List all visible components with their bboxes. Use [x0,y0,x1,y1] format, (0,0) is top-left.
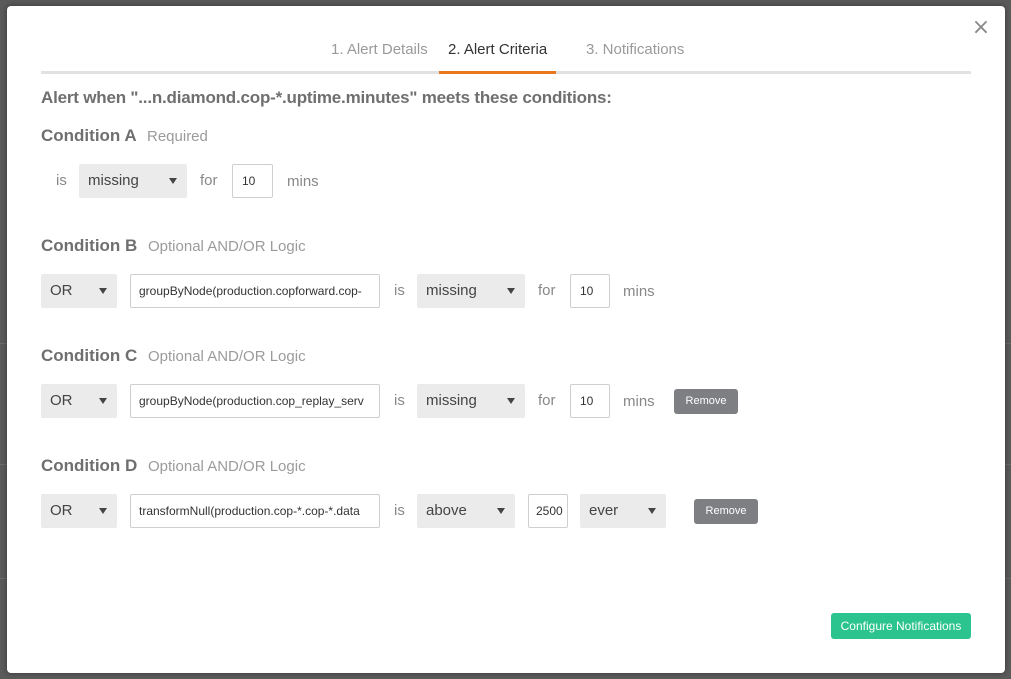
condition-c-title: Condition C [41,346,138,365]
caret-down-icon [648,508,656,514]
tab-notifications[interactable]: 3. Notifications [577,40,693,71]
select-value: missing [426,282,477,299]
condition-d-is-label: is [394,502,405,519]
condition-b-title: Condition B [41,236,138,255]
condition-a-duration-input[interactable]: 10 [232,164,273,198]
caret-down-icon [99,398,107,404]
condition-c-unit-label: mins [623,393,655,410]
condition-b-subtitle: Optional AND/OR Logic [148,238,306,255]
condition-b-is-label: is [394,282,405,299]
condition-d-logic-select[interactable]: OR [41,494,117,528]
condition-a-subtitle: Required [147,128,208,145]
condition-b-state-select[interactable]: missing [417,274,525,308]
select-value: OR [50,282,73,299]
configure-notifications-button[interactable]: Configure Notifications [831,613,971,639]
condition-c-state-select[interactable]: missing [417,384,525,418]
condition-a-is-label: is [56,172,67,189]
condition-c-duration-input[interactable]: 10 [570,384,610,418]
condition-c-is-label: is [394,392,405,409]
wizard-tabs: 1. Alert Details 2. Alert Criteria 3. No… [41,40,971,74]
select-value: above [426,502,467,519]
page-title: Alert when "...n.diamond.cop-*.uptime.mi… [41,88,612,107]
select-value: missing [88,172,139,189]
condition-b-logic-select[interactable]: OR [41,274,117,308]
select-value: OR [50,392,73,409]
select-value: missing [426,392,477,409]
caret-down-icon [99,288,107,294]
condition-c-query-input[interactable]: groupByNode(production.cop_replay_serv [130,384,380,418]
condition-a-title: Condition A [41,126,137,145]
select-value: OR [50,502,73,519]
caret-down-icon [507,288,515,294]
condition-b-for-label: for [538,282,556,299]
condition-c-for-label: for [538,392,556,409]
condition-b-duration-input[interactable]: 10 [570,274,610,308]
condition-d-title: Condition D [41,456,138,475]
caret-down-icon [507,398,515,404]
caret-down-icon [99,508,107,514]
select-value: ever [589,502,619,519]
condition-b-unit-label: mins [623,283,655,300]
close-icon[interactable]: × [971,17,991,39]
condition-c-subtitle: Optional AND/OR Logic [148,348,306,365]
condition-b-query-input[interactable]: groupByNode(production.copforward.cop- [130,274,380,308]
tab-alert-details[interactable]: 1. Alert Details [322,40,437,71]
condition-d-query-input[interactable]: transformNull(production.cop-*.cop-*.dat… [130,494,380,528]
condition-d-threshold-input[interactable]: 2500 [528,494,568,528]
caret-down-icon [169,178,177,184]
condition-a-state-select[interactable]: missing [79,164,187,198]
tab-alert-criteria[interactable]: 2. Alert Criteria [439,40,557,74]
caret-down-icon [497,508,505,514]
condition-c-remove-button[interactable]: Remove [674,389,738,414]
condition-d-remove-button[interactable]: Remove [694,499,758,524]
condition-d-time-select[interactable]: ever [580,494,666,528]
condition-d-state-select[interactable]: above [417,494,515,528]
condition-a-for-label: for [200,172,218,189]
condition-d-subtitle: Optional AND/OR Logic [148,458,306,475]
alert-criteria-modal: × 1. Alert Details 2. Alert Criteria 3. … [7,6,1005,673]
condition-a-unit-label: mins [287,173,319,190]
condition-c-logic-select[interactable]: OR [41,384,117,418]
